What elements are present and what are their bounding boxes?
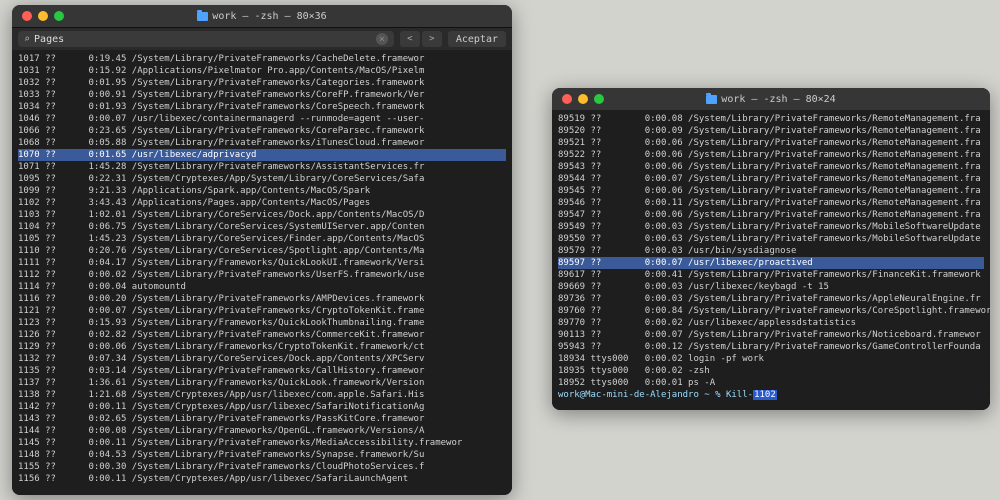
- process-row[interactable]: 90113 ?? 0:00.07 /System/Library/Private…: [558, 329, 984, 341]
- titlebar[interactable]: work — -zsh — 80×36: [12, 5, 512, 27]
- process-row[interactable]: 1102 ?? 3:43.43 /Applications/Pages.app/…: [18, 197, 506, 209]
- terminal-content[interactable]: 1017 ?? 0:19.45 /System/Library/PrivateF…: [12, 50, 512, 495]
- process-row[interactable]: 89669 ?? 0:00.03 /usr/libexec/keybagd -t…: [558, 281, 984, 293]
- process-row[interactable]: 89549 ?? 0:00.03 /System/Library/Private…: [558, 221, 984, 233]
- process-row[interactable]: 1148 ?? 0:04.53 /System/Library/PrivateF…: [18, 449, 506, 461]
- process-row[interactable]: 1095 ?? 0:22.31 /System/Cryptexes/App/Sy…: [18, 173, 506, 185]
- process-row[interactable]: 1104 ?? 0:06.75 /System/Library/CoreServ…: [18, 221, 506, 233]
- process-row[interactable]: 89544 ?? 0:00.07 /System/Library/Private…: [558, 173, 984, 185]
- process-row[interactable]: 1033 ?? 0:00.91 /System/Library/PrivateF…: [18, 89, 506, 101]
- process-row[interactable]: 1135 ?? 0:03.14 /System/Library/PrivateF…: [18, 365, 506, 377]
- process-row[interactable]: 1071 ?? 1:45.28 /System/Library/PrivateF…: [18, 161, 506, 173]
- process-row[interactable]: 89546 ?? 0:00.11 /System/Library/Private…: [558, 197, 984, 209]
- process-row[interactable]: 1103 ?? 1:02.01 /System/Library/CoreServ…: [18, 209, 506, 221]
- prompt-highlight: 1102: [753, 390, 777, 400]
- title-text: work — -zsh — 80×24: [721, 94, 835, 105]
- process-row[interactable]: 89550 ?? 0:00.63 /System/Library/Private…: [558, 233, 984, 245]
- process-row[interactable]: 89760 ?? 0:00.84 /System/Library/Private…: [558, 305, 984, 317]
- process-row[interactable]: 1132 ?? 0:07.34 /System/Library/CoreServ…: [18, 353, 506, 365]
- process-row[interactable]: 1142 ?? 0:00.11 /System/Cryptexes/App/us…: [18, 401, 506, 413]
- process-row[interactable]: 1034 ?? 0:01.93 /System/Library/PrivateF…: [18, 101, 506, 113]
- process-row[interactable]: 1137 ?? 1:36.61 /System/Library/Framewor…: [18, 377, 506, 389]
- process-row[interactable]: 18934 ttys000 0:00.02 login -pf work: [558, 353, 984, 365]
- process-row[interactable]: 1144 ?? 0:00.08 /System/Library/Framewor…: [18, 425, 506, 437]
- search-bar: ⌕ Pages × < > Aceptar: [12, 27, 512, 50]
- process-row[interactable]: 89543 ?? 0:00.06 /System/Library/Private…: [558, 161, 984, 173]
- terminal-content[interactable]: 89519 ?? 0:00.08 /System/Library/Private…: [552, 110, 990, 410]
- process-row[interactable]: 89519 ?? 0:00.08 /System/Library/Private…: [558, 113, 984, 125]
- window-title: work — -zsh — 80×36: [12, 11, 512, 22]
- folder-icon: [197, 12, 208, 21]
- process-row[interactable]: 89579 ?? 0:00.03 /usr/bin/sysdiagnose: [558, 245, 984, 257]
- process-row[interactable]: 18952 ttys000 0:00.01 ps -A: [558, 377, 984, 389]
- process-row[interactable]: 89545 ?? 0:00.06 /System/Library/Private…: [558, 185, 984, 197]
- window-title: work — -zsh — 80×24: [552, 94, 990, 105]
- process-row[interactable]: 1126 ?? 0:02.82 /System/Library/PrivateF…: [18, 329, 506, 341]
- process-row[interactable]: 1066 ?? 0:23.65 /System/Library/PrivateF…: [18, 125, 506, 137]
- process-row[interactable]: 89521 ?? 0:00.06 /System/Library/Private…: [558, 137, 984, 149]
- process-row[interactable]: 95943 ?? 0:00.12 /System/Library/Private…: [558, 341, 984, 353]
- folder-icon: [706, 95, 717, 104]
- process-row[interactable]: 1155 ?? 0:00.30 /System/Library/PrivateF…: [18, 461, 506, 473]
- process-row[interactable]: 89547 ?? 0:00.06 /System/Library/Private…: [558, 209, 984, 221]
- process-row[interactable]: 89520 ?? 0:00.09 /System/Library/Private…: [558, 125, 984, 137]
- process-row[interactable]: 1123 ?? 0:15.93 /System/Library/Framewor…: [18, 317, 506, 329]
- search-nav: < >: [400, 31, 442, 47]
- title-text: work — -zsh — 80×36: [212, 11, 326, 22]
- process-row[interactable]: 1110 ?? 0:20.76 /System/Library/CoreServ…: [18, 245, 506, 257]
- process-row[interactable]: 1116 ?? 0:00.20 /System/Library/PrivateF…: [18, 293, 506, 305]
- shell-prompt[interactable]: work@Mac-mini-de-Alejandro ~ % Kill-1102: [558, 389, 984, 401]
- process-row[interactable]: 1070 ?? 0:01.65 /usr/libexec/adprivacyd: [18, 149, 506, 161]
- accept-button[interactable]: Aceptar: [448, 31, 506, 47]
- search-input[interactable]: ⌕ Pages ×: [18, 31, 394, 47]
- process-row[interactable]: 1017 ?? 0:19.45 /System/Library/PrivateF…: [18, 53, 506, 65]
- process-row[interactable]: 89736 ?? 0:00.03 /System/Library/Private…: [558, 293, 984, 305]
- next-match-button[interactable]: >: [422, 31, 442, 47]
- terminal-window-1[interactable]: work — -zsh — 80×36 ⌕ Pages × < > Acepta…: [12, 5, 512, 495]
- process-row[interactable]: 1105 ?? 1:45.23 /System/Library/CoreServ…: [18, 233, 506, 245]
- process-row[interactable]: 1156 ?? 0:00.11 /System/Cryptexes/App/us…: [18, 473, 506, 485]
- process-row[interactable]: 1068 ?? 0:05.88 /System/Library/PrivateF…: [18, 137, 506, 149]
- search-value: Pages: [34, 34, 64, 45]
- clear-icon[interactable]: ×: [376, 33, 388, 45]
- process-row[interactable]: 89770 ?? 0:00.02 /usr/libexec/applessdst…: [558, 317, 984, 329]
- process-row[interactable]: 1121 ?? 0:00.07 /System/Library/PrivateF…: [18, 305, 506, 317]
- process-row[interactable]: 1143 ?? 0:02.65 /System/Library/PrivateF…: [18, 413, 506, 425]
- prev-match-button[interactable]: <: [400, 31, 420, 47]
- process-row[interactable]: 1046 ?? 0:00.07 /usr/libexec/containerma…: [18, 113, 506, 125]
- terminal-window-2[interactable]: work — -zsh — 80×24 89519 ?? 0:00.08 /Sy…: [552, 88, 990, 410]
- titlebar[interactable]: work — -zsh — 80×24: [552, 88, 990, 110]
- process-row[interactable]: 1138 ?? 1:21.68 /System/Cryptexes/App/us…: [18, 389, 506, 401]
- process-row[interactable]: 18935 ttys000 0:00.02 -zsh: [558, 365, 984, 377]
- search-icon: ⌕: [24, 34, 30, 45]
- process-row[interactable]: 1112 ?? 0:00.02 /System/Library/PrivateF…: [18, 269, 506, 281]
- process-row[interactable]: 1031 ?? 0:15.92 /Applications/Pixelmator…: [18, 65, 506, 77]
- process-row[interactable]: 89522 ?? 0:00.06 /System/Library/Private…: [558, 149, 984, 161]
- process-row[interactable]: 89617 ?? 0:00.41 /System/Library/Private…: [558, 269, 984, 281]
- process-row[interactable]: 1145 ?? 0:00.11 /System/Library/PrivateF…: [18, 437, 506, 449]
- process-row[interactable]: 1032 ?? 0:01.95 /System/Library/PrivateF…: [18, 77, 506, 89]
- process-row[interactable]: 1111 ?? 0:04.17 /System/Library/Framewor…: [18, 257, 506, 269]
- process-row[interactable]: 1129 ?? 0:00.06 /System/Library/Framewor…: [18, 341, 506, 353]
- process-row[interactable]: 1099 ?? 9:21.33 /Applications/Spark.app/…: [18, 185, 506, 197]
- process-row[interactable]: 89597 ?? 0:00.07 /usr/libexec/proactived: [558, 257, 984, 269]
- process-row[interactable]: 1114 ?? 0:00.04 automountd: [18, 281, 506, 293]
- prompt-text: work@Mac-mini-de-Alejandro ~ % Kill-: [558, 390, 753, 400]
